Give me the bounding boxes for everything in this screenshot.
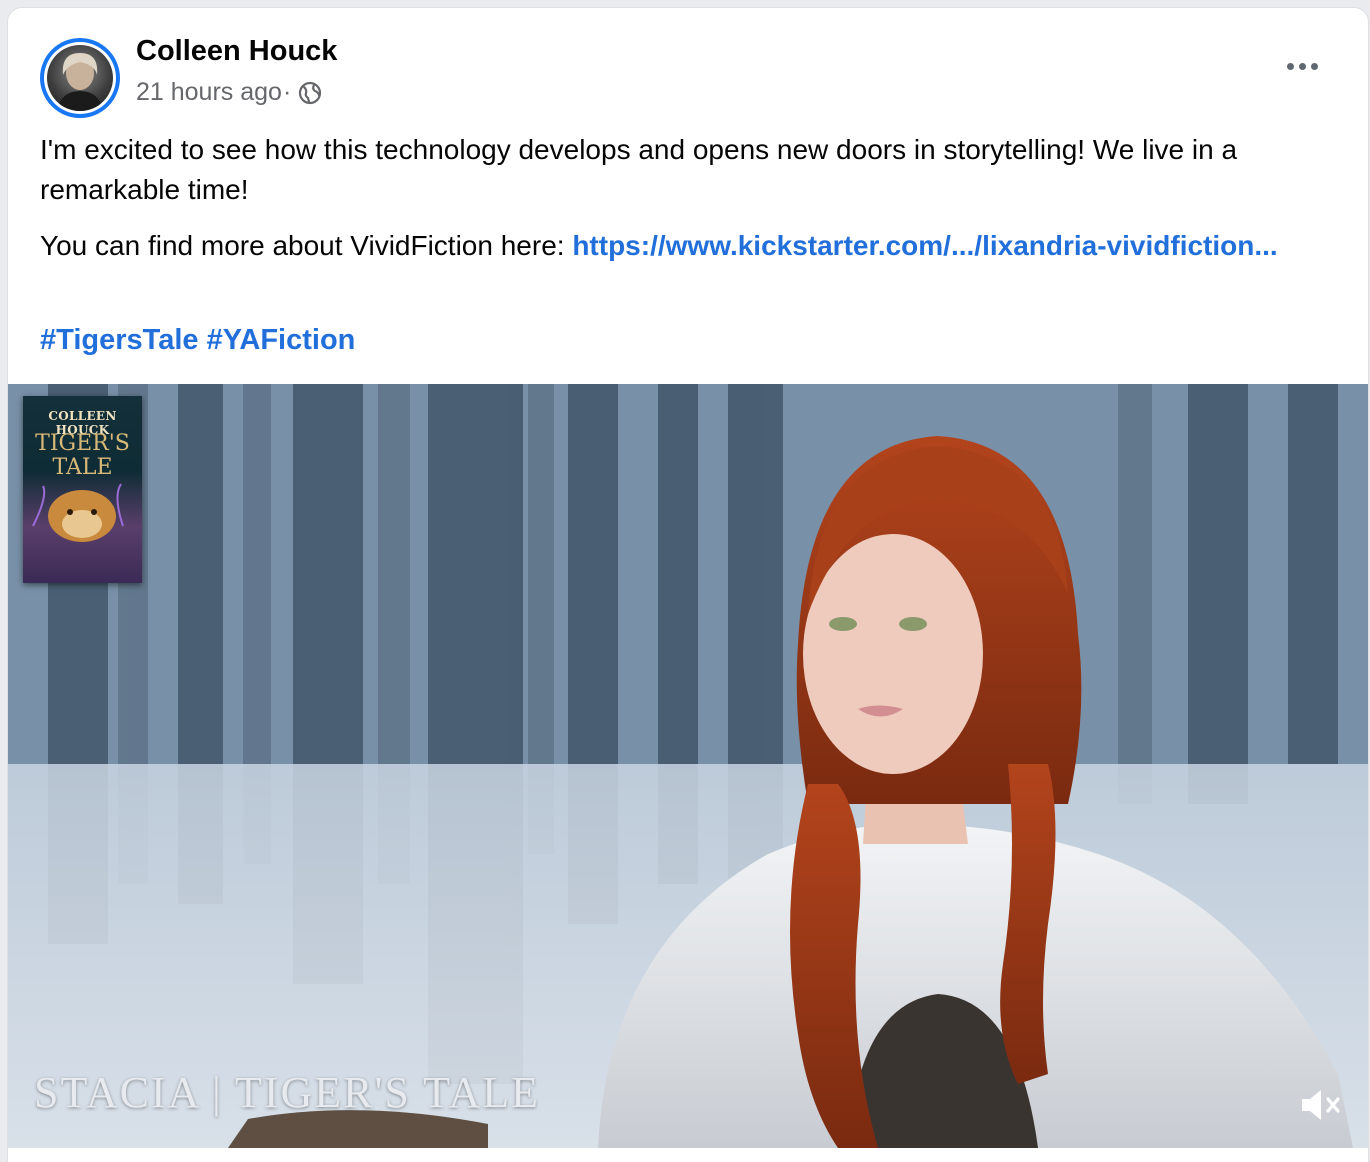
hashtag-tigerstale[interactable]: #TigersTale	[40, 324, 199, 356]
avatar-photo	[47, 45, 113, 111]
more-horizontal-icon	[1286, 62, 1294, 70]
post-card: Colleen Houck 21 hours ago · I'm excited…	[8, 8, 1368, 1162]
post-paragraph: I'm excited to see how this technology d…	[40, 134, 1238, 205]
post-text: I'm excited to see how this technology d…	[40, 130, 1350, 282]
post-timestamp[interactable]: 21 hours ago	[136, 78, 282, 107]
post-meta: 21 hours ago ·	[136, 78, 323, 107]
meta-separator: ·	[282, 78, 292, 106]
post-header: Colleen Houck 21 hours ago ·	[8, 8, 1368, 118]
globe-icon	[297, 80, 323, 106]
more-options-button[interactable]	[1280, 54, 1324, 78]
hashtags: #TigersTale #YAFiction	[40, 320, 355, 360]
tiger-illustration	[32, 483, 124, 542]
post-paragraph-link: You can find more about VividFiction her…	[40, 226, 1350, 266]
book-cover-image: COLLEEN HOUCK TIGER'S TALE	[23, 396, 142, 583]
video-caption: STACIA | TIGER'S TALE	[34, 1068, 540, 1117]
kickstarter-link[interactable]: https://www.kickstarter.com/.../lixandri…	[572, 230, 1277, 261]
avatar[interactable]	[40, 38, 120, 118]
video-player[interactable]: COLLEEN HOUCK TIGER'S TALE STACIA | TIGE…	[8, 384, 1368, 1148]
hashtag-yafiction[interactable]: #YAFiction	[207, 324, 356, 356]
author-name[interactable]: Colleen Houck	[136, 35, 337, 68]
volume-muted-icon	[1302, 1090, 1340, 1120]
video-frame	[8, 384, 1368, 1148]
link-prefix: You can find more about VividFiction her…	[40, 230, 573, 261]
unmute-button[interactable]	[1296, 1080, 1346, 1130]
